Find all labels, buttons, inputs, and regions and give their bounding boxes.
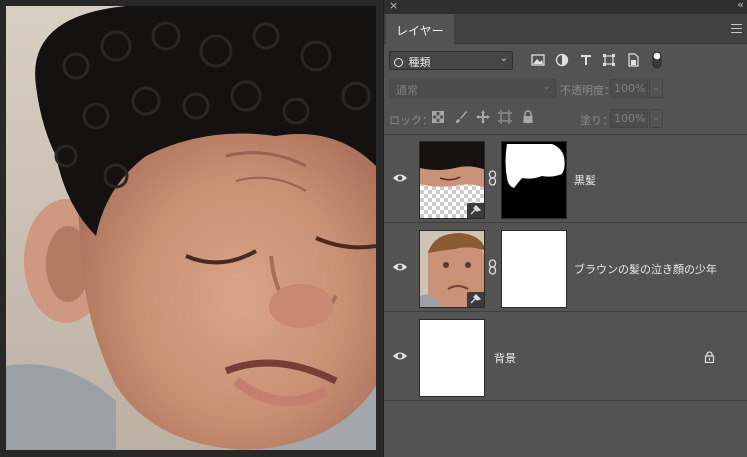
fill-input[interactable]: 100% bbox=[610, 109, 648, 128]
search-icon bbox=[394, 58, 403, 67]
layer-thumbnail[interactable] bbox=[419, 319, 485, 397]
lock-fill-row: ロック： 塗り： 100% ⌄ bbox=[384, 108, 747, 130]
lock-icon[interactable] bbox=[704, 351, 715, 363]
fill-dropdown-icon[interactable]: ⌄ bbox=[649, 109, 663, 128]
collapse-panel-icon[interactable]: ‹‹ bbox=[737, 0, 744, 11]
layer-thumbnail[interactable] bbox=[419, 230, 485, 308]
blend-opacity-row: 通常 ⌄ 不透明度： 100% ⌄ bbox=[384, 78, 747, 100]
lock-all-icon[interactable] bbox=[521, 110, 535, 124]
chevron-down-icon: ⌄ bbox=[542, 81, 551, 92]
layer-mask-thumbnail[interactable] bbox=[501, 230, 567, 308]
lock-paint-icon[interactable] bbox=[454, 110, 468, 124]
blend-mode-select[interactable]: 通常 ⌄ bbox=[389, 79, 556, 98]
smart-object-badge-icon bbox=[467, 203, 484, 218]
chain-link-icon[interactable] bbox=[488, 259, 497, 275]
panel-top-bar: × ‹‹ bbox=[384, 0, 747, 14]
opacity-dropdown-icon[interactable]: ⌄ bbox=[649, 79, 663, 98]
filter-kind-label: 種類 bbox=[408, 56, 431, 69]
shape-filter-icon[interactable] bbox=[602, 53, 616, 67]
smart-object-badge-icon bbox=[467, 292, 484, 307]
fill-label: 塗り： bbox=[580, 114, 613, 127]
lock-artboard-icon[interactable] bbox=[498, 110, 512, 124]
type-filter-icon[interactable] bbox=[579, 53, 593, 67]
layer-row[interactable]: ブラウンの髪の泣き顔の少年 bbox=[384, 224, 747, 312]
layer-row[interactable]: 背景 bbox=[384, 313, 747, 401]
lock-label: ロック： bbox=[389, 114, 433, 127]
photoshop-window: × ‹‹ レイヤー 種類 ⌄ 通常 ⌄ 不透明度： 100% ⌄ ロック： 塗り… bbox=[0, 0, 747, 457]
opacity-label: 不透明度： bbox=[560, 84, 615, 97]
document-canvas[interactable] bbox=[0, 0, 383, 457]
lock-position-icon[interactable] bbox=[476, 110, 490, 124]
visibility-eye-icon[interactable] bbox=[393, 173, 407, 183]
image-filter-icon[interactable] bbox=[531, 53, 545, 67]
lock-transparent-icon[interactable] bbox=[431, 110, 445, 124]
layer-row[interactable]: 黒髪 bbox=[384, 135, 747, 223]
panel-tab-bar: レイヤー bbox=[384, 14, 747, 44]
layers-panel: × ‹‹ レイヤー 種類 ⌄ 通常 ⌄ 不透明度： 100% ⌄ ロック： 塗り… bbox=[383, 0, 747, 457]
filter-kind-select[interactable]: 種類 ⌄ bbox=[389, 51, 513, 70]
visibility-eye-icon[interactable] bbox=[393, 351, 407, 361]
tab-layers[interactable]: レイヤー bbox=[386, 14, 454, 44]
layer-mask-thumbnail[interactable] bbox=[501, 141, 567, 219]
opacity-input[interactable]: 100% bbox=[610, 79, 648, 98]
filter-toggle-icon[interactable] bbox=[652, 51, 662, 69]
chevron-down-icon: ⌄ bbox=[499, 53, 508, 64]
smartobject-filter-icon[interactable] bbox=[626, 53, 640, 67]
layer-name[interactable]: 背景 bbox=[494, 350, 516, 366]
layer-name[interactable]: 黒髪 bbox=[574, 172, 596, 188]
layer-thumbnail[interactable] bbox=[419, 141, 485, 219]
panel-menu-icon[interactable] bbox=[731, 24, 742, 33]
layer-filter-row: 種類 ⌄ bbox=[384, 44, 747, 76]
layer-name[interactable]: ブラウンの髪の泣き顔の少年 bbox=[574, 261, 717, 277]
visibility-eye-icon[interactable] bbox=[393, 262, 407, 272]
adjustment-filter-icon[interactable] bbox=[555, 53, 569, 67]
blend-mode-value: 通常 bbox=[396, 84, 418, 97]
close-panel-icon[interactable]: × bbox=[389, 0, 398, 12]
chain-link-icon[interactable] bbox=[488, 170, 497, 186]
canvas-photo bbox=[6, 6, 376, 450]
